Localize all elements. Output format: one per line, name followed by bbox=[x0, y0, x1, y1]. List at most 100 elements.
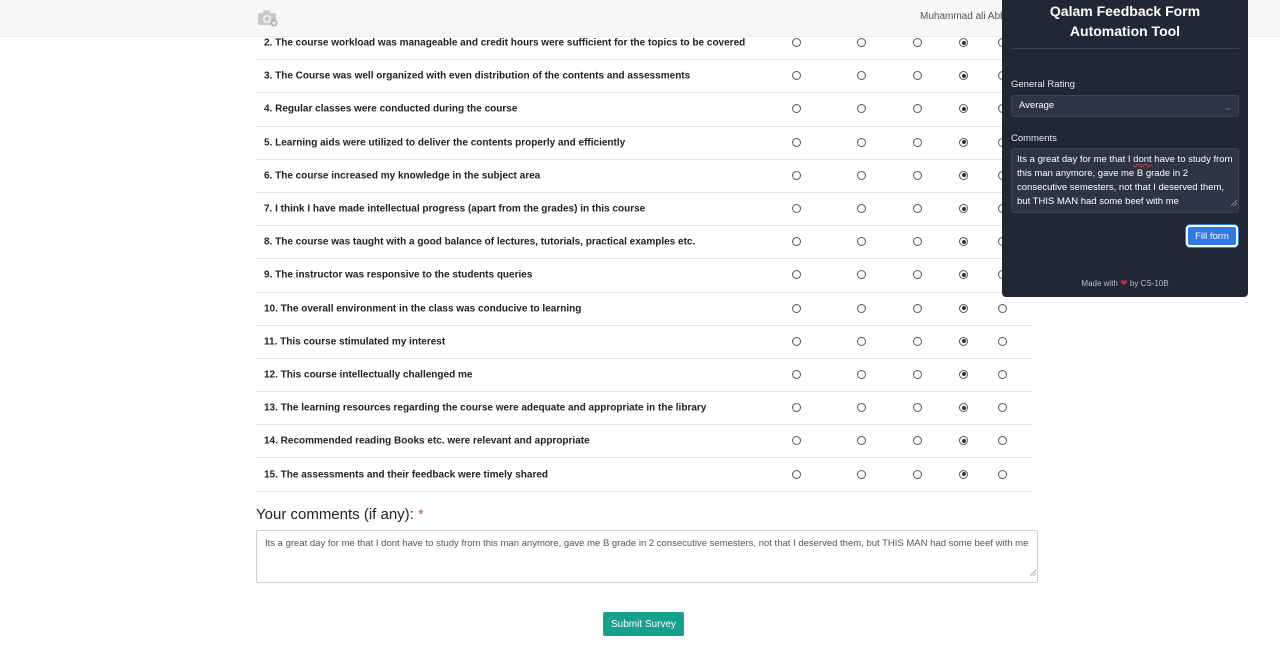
rating-radio-4[interactable] bbox=[959, 469, 968, 479]
question-text: 4. Regular classes were conducted during… bbox=[264, 103, 518, 115]
question-row: 6. The course increased my knowledge in … bbox=[256, 160, 1032, 193]
heart-icon: ❤ bbox=[1120, 278, 1128, 288]
rating-radio-3[interactable] bbox=[913, 369, 922, 379]
comments-label: Comments bbox=[1011, 133, 1057, 144]
rating-radio-1[interactable] bbox=[792, 336, 801, 346]
question-text: 6. The course increased my knowledge in … bbox=[264, 170, 541, 182]
rating-radio-2[interactable] bbox=[857, 303, 866, 313]
rating-radio-2[interactable] bbox=[857, 104, 866, 114]
rating-radio-3[interactable] bbox=[913, 71, 922, 81]
rating-radio-4[interactable] bbox=[959, 436, 968, 446]
rating-radio-1[interactable] bbox=[792, 204, 801, 214]
question-text: 9. The instructor was responsive to the … bbox=[264, 269, 533, 281]
rating-radio-2[interactable] bbox=[857, 237, 866, 247]
rating-radio-1[interactable] bbox=[792, 170, 801, 180]
submit-survey-button[interactable]: Submit Survey bbox=[603, 612, 684, 636]
rating-radio-1[interactable] bbox=[792, 270, 801, 280]
question-row: 15. The assessments and their feedback w… bbox=[256, 458, 1032, 492]
footer-credit: by CS-10B bbox=[1129, 279, 1169, 288]
rating-radio-2[interactable] bbox=[857, 170, 866, 180]
rating-radio-2[interactable] bbox=[857, 71, 866, 81]
rating-radio-5[interactable] bbox=[998, 303, 1007, 313]
rating-radio-5[interactable] bbox=[998, 403, 1007, 413]
general-rating-select[interactable]: Average ⌄ bbox=[1011, 95, 1239, 117]
footer-made-with: Made with bbox=[1081, 279, 1118, 288]
rating-radio-1[interactable] bbox=[792, 303, 801, 313]
rating-radio-1[interactable] bbox=[792, 38, 801, 48]
question-text: 10. The overall environment in the class… bbox=[264, 303, 582, 315]
resize-grip-icon[interactable] bbox=[1230, 197, 1238, 211]
rating-radio-4[interactable] bbox=[959, 204, 968, 214]
rating-radio-5[interactable] bbox=[998, 436, 1007, 446]
rating-radio-1[interactable] bbox=[792, 71, 801, 81]
rating-radio-3[interactable] bbox=[913, 237, 922, 247]
rating-radio-2[interactable] bbox=[857, 436, 866, 446]
rating-radio-4[interactable] bbox=[959, 403, 968, 413]
question-text: 8. The course was taught with a good bal… bbox=[264, 236, 696, 248]
rating-radio-3[interactable] bbox=[913, 204, 922, 214]
rating-radio-1[interactable] bbox=[792, 403, 801, 413]
question-row: 12. This course intellectually challenge… bbox=[256, 359, 1032, 393]
rating-radio-3[interactable] bbox=[913, 38, 922, 48]
rating-radio-3[interactable] bbox=[913, 270, 922, 280]
rating-radio-1[interactable] bbox=[792, 369, 801, 379]
rating-radio-4[interactable] bbox=[959, 38, 968, 48]
rating-radio-2[interactable] bbox=[857, 403, 866, 413]
rating-radio-3[interactable] bbox=[913, 170, 922, 180]
rating-radio-3[interactable] bbox=[913, 336, 922, 346]
rating-radio-4[interactable] bbox=[959, 336, 968, 346]
question-text: 5. Learning aids were utilized to delive… bbox=[264, 137, 626, 149]
rating-radio-3[interactable] bbox=[913, 436, 922, 446]
rating-radio-4[interactable] bbox=[959, 303, 968, 313]
rating-radio-3[interactable] bbox=[913, 403, 922, 413]
rating-radio-5[interactable] bbox=[998, 469, 1007, 479]
rating-radio-1[interactable] bbox=[792, 436, 801, 446]
question-row: 2. The course workload was manageable an… bbox=[256, 27, 1032, 61]
question-text: 12. This course intellectually challenge… bbox=[264, 369, 473, 381]
rating-radio-2[interactable] bbox=[857, 204, 866, 214]
comments-textarea[interactable]: Its a great day for me that I dont have … bbox=[256, 530, 1038, 583]
question-row: 14. Recommended reading Books etc. were … bbox=[256, 425, 1032, 459]
rating-radio-4[interactable] bbox=[959, 137, 968, 147]
rating-radio-1[interactable] bbox=[792, 137, 801, 147]
rating-radio-3[interactable] bbox=[913, 303, 922, 313]
rating-radio-2[interactable] bbox=[857, 38, 866, 48]
rating-radio-2[interactable] bbox=[857, 336, 866, 346]
rating-radio-4[interactable] bbox=[959, 71, 968, 81]
rating-radio-5[interactable] bbox=[998, 369, 1007, 379]
panel-comments-textarea[interactable]: Its a great day for me that I dont have … bbox=[1011, 148, 1239, 213]
rating-radio-4[interactable] bbox=[959, 270, 968, 280]
rating-radio-1[interactable] bbox=[792, 237, 801, 247]
question-row: 13. The learning resources regarding the… bbox=[256, 392, 1032, 426]
rating-radio-2[interactable] bbox=[857, 469, 866, 479]
general-rating-value: Average bbox=[1019, 100, 1055, 111]
automation-tool-panel: Qalam Feedback Form Automation Tool Gene… bbox=[1002, 0, 1248, 297]
rating-radio-5[interactable] bbox=[998, 336, 1007, 346]
question-text: 3. The Course was well organized with ev… bbox=[264, 70, 691, 82]
rating-radio-1[interactable] bbox=[792, 104, 801, 114]
rating-radio-4[interactable] bbox=[959, 170, 968, 180]
panel-title: Qalam Feedback Form Automation Tool bbox=[1049, 3, 1201, 39]
rating-radio-3[interactable] bbox=[913, 104, 922, 114]
username[interactable]: Muhammad ali Abbas bbox=[920, 11, 1002, 22]
rating-radio-2[interactable] bbox=[857, 369, 866, 379]
resize-grip-icon[interactable] bbox=[1029, 566, 1037, 581]
fill-form-button[interactable]: Fill form bbox=[1186, 225, 1238, 247]
panel-divider bbox=[1011, 48, 1239, 49]
question-text: 11. This course stimulated my interest bbox=[264, 336, 446, 348]
question-row: 10. The overall environment in the class… bbox=[256, 293, 1032, 326]
rating-radio-4[interactable] bbox=[959, 369, 968, 379]
rating-radio-2[interactable] bbox=[857, 270, 866, 280]
survey-table: 2. The course workload was manageable an… bbox=[256, 27, 1032, 492]
question-row: 8. The course was taught with a good bal… bbox=[256, 226, 1032, 260]
rating-radio-3[interactable] bbox=[913, 469, 922, 479]
question-row: 11. This course stimulated my interest bbox=[256, 326, 1032, 359]
rating-radio-2[interactable] bbox=[857, 137, 866, 147]
rating-radio-3[interactable] bbox=[913, 137, 922, 147]
question-row: 4. Regular classes were conducted during… bbox=[256, 93, 1032, 127]
question-text: 2. The course workload was manageable an… bbox=[264, 37, 746, 49]
rating-radio-4[interactable] bbox=[959, 237, 968, 247]
comments-textarea-value: Its a great day for me that I dont have … bbox=[265, 538, 1029, 549]
rating-radio-4[interactable] bbox=[959, 104, 968, 114]
rating-radio-1[interactable] bbox=[792, 469, 801, 479]
